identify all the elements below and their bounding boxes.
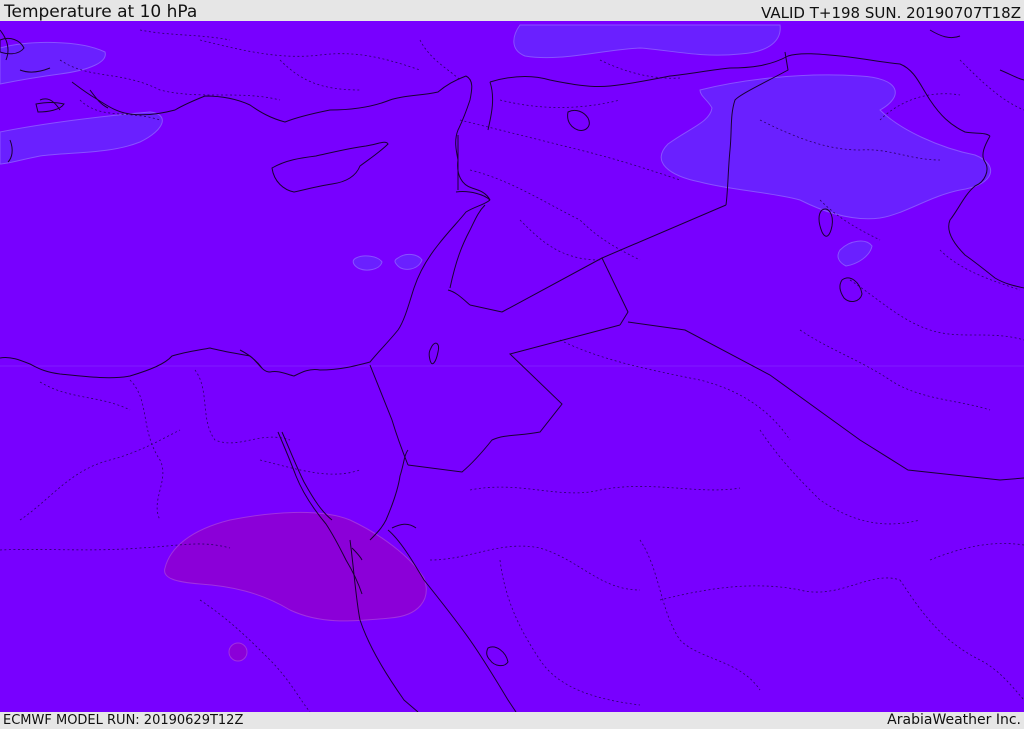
credit-label: ArabiaWeather Inc. bbox=[887, 712, 1021, 728]
valid-time: VALID T+198 SUN. 20190707T18Z bbox=[761, 4, 1021, 22]
temperature-map bbox=[0, 21, 1024, 712]
model-run: ECMWF MODEL RUN: 20190629T12Z bbox=[3, 713, 244, 728]
weather-map-frame: Temperature at 10 hPa VALID T+198 SUN. 2… bbox=[0, 0, 1024, 729]
header-bar: Temperature at 10 hPa VALID T+198 SUN. 2… bbox=[0, 0, 1024, 21]
footer-bar: ECMWF MODEL RUN: 20190629T12Z ArabiaWeat… bbox=[0, 712, 1024, 729]
map-title: Temperature at 10 hPa bbox=[4, 2, 198, 22]
